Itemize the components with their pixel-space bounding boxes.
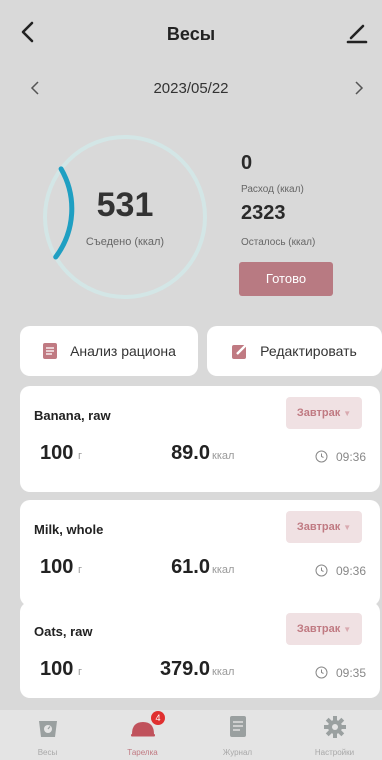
tab-scales[interactable]: Весы: [0, 710, 95, 760]
date-navigator: 2023/05/22: [0, 70, 382, 110]
bottom-tab-bar: Весы 4 Тарелка Журнал Настройки: [0, 710, 382, 760]
tab-label: Весы: [37, 748, 58, 757]
meal-type-label: Завтрак: [296, 623, 341, 635]
calories-unit: ккал: [212, 450, 235, 462]
food-name: Oats, raw: [34, 624, 93, 639]
edit-label: Редактировать: [260, 343, 357, 359]
diet-analysis-label: Анализ рациона: [70, 343, 176, 359]
food-entry-card[interactable]: Oats, raw Завтрак ▼ 100 г 379.0 ккал 09:3…: [20, 602, 380, 698]
calories-unit: ккал: [212, 564, 235, 576]
clock-icon: [315, 564, 328, 577]
meal-type-dropdown[interactable]: Завтрак ▼: [286, 613, 362, 645]
tab-label: Тарелка: [127, 748, 158, 757]
edit-pencil-icon[interactable]: [342, 18, 370, 46]
meal-type-dropdown[interactable]: Завтрак ▼: [286, 511, 362, 543]
quantity-value: 100: [40, 556, 74, 578]
dropdown-caret-icon: ▼: [343, 409, 352, 418]
calories-value: 61.0: [171, 556, 210, 578]
quantity-value: 100: [40, 658, 74, 680]
entry-time: 09:35: [335, 666, 366, 680]
next-date-chevron-icon[interactable]: [348, 76, 368, 100]
food-entry-card[interactable]: Milk, whole Завтрак ▼ 100 г 61.0 ккал 09:…: [20, 500, 380, 606]
done-button[interactable]: Готово: [239, 262, 333, 296]
clock-icon: [315, 450, 328, 463]
tab-settings[interactable]: Настройки: [287, 710, 382, 760]
top-bar: Весы: [0, 0, 382, 70]
expense-label: Расход (ккал): [241, 184, 304, 195]
gear-icon: [323, 716, 346, 738]
entry-time: 09:36: [335, 450, 366, 464]
calories-value: 89.0: [171, 442, 210, 464]
page-title: Весы: [166, 24, 216, 44]
dropdown-caret-icon: ▼: [343, 625, 352, 634]
quantity-unit: г: [78, 450, 83, 462]
notification-badge: 4: [151, 711, 165, 725]
quantity-unit: г: [78, 564, 83, 576]
remaining-label: Осталось (ккал): [241, 237, 316, 248]
current-date[interactable]: 2023/05/22: [0, 80, 382, 97]
calories-unit: ккал: [212, 666, 235, 678]
diet-analysis-button[interactable]: Анализ рациона: [20, 326, 198, 376]
tab-label: Настройки: [314, 748, 355, 757]
meal-type-dropdown[interactable]: Завтрак ▼: [286, 397, 362, 429]
dropdown-caret-icon: ▼: [343, 523, 352, 532]
journal-icon: [229, 716, 246, 737]
tab-label: Журнал: [222, 748, 253, 757]
eaten-calories-label: Съедено (ккал): [85, 236, 165, 248]
food-name: Banana, raw: [34, 408, 111, 423]
calories-value: 379.0: [159, 658, 210, 680]
scale-icon: [38, 721, 57, 737]
remaining-value: 2323: [241, 202, 286, 224]
food-entry-card[interactable]: Banana, raw Завтрак ▼ 100 г 89.0 ккал 09:…: [20, 386, 380, 492]
edit-button[interactable]: Редактировать: [207, 326, 382, 376]
meal-type-label: Завтрак: [296, 521, 341, 533]
food-name: Milk, whole: [34, 522, 104, 537]
clock-icon: [315, 666, 328, 679]
tab-plate[interactable]: 4 Тарелка: [95, 710, 190, 760]
expense-value: 0: [241, 152, 253, 174]
document-icon: [43, 343, 58, 359]
quantity-value: 100: [40, 442, 74, 464]
edit-icon: [232, 343, 248, 359]
meal-type-label: Завтрак: [296, 407, 341, 419]
tab-journal[interactable]: Журнал: [190, 710, 285, 760]
eaten-calories-value: 531: [96, 186, 154, 224]
entry-time: 09:36: [335, 564, 366, 578]
quantity-unit: г: [78, 666, 83, 678]
